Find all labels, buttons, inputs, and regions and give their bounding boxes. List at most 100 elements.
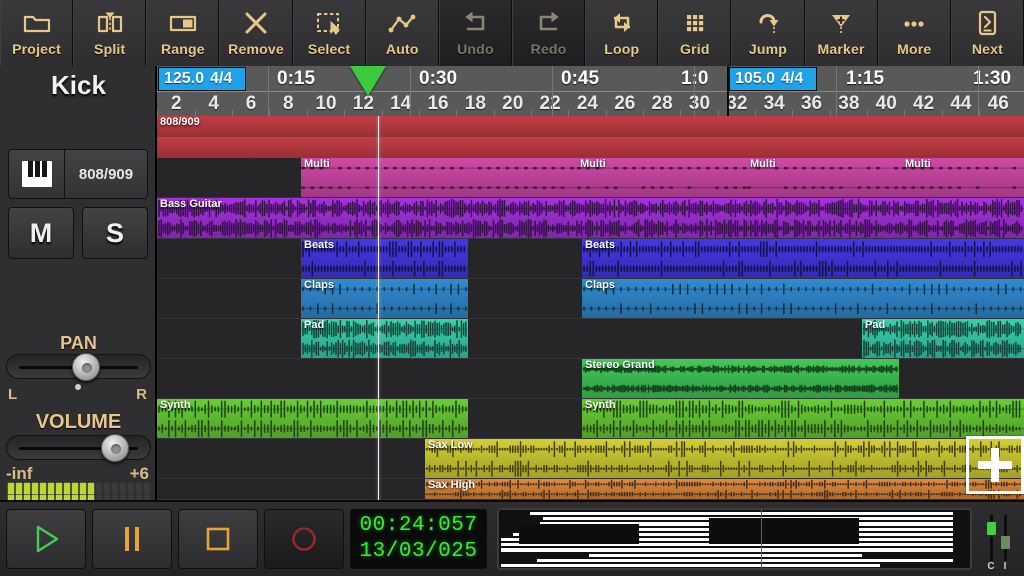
pan-knob[interactable] (71, 353, 100, 381)
toolbar-button-undo[interactable]: Undo (438, 0, 512, 66)
toolbar-button-more[interactable]: More (877, 0, 951, 66)
ruler-time-label: 0:30 (419, 68, 458, 89)
stop-button[interactable] (178, 509, 258, 569)
clip[interactable]: Sax High (425, 479, 1024, 499)
ruler-bar-row[interactable]: 2 4 6 8 10 12 14 16 18 20 22 24 26 28 30 32 34 36 38 40 42 44… (157, 92, 1024, 116)
pan-slider[interactable] (6, 353, 151, 381)
ruler-bar-number: 28 (651, 93, 673, 114)
toolbar-button-next[interactable]: Next (950, 0, 1024, 66)
toolbar-button-select[interactable]: Select (292, 0, 366, 66)
clip[interactable] (157, 137, 1024, 158)
clip-label: Multi (905, 158, 931, 170)
clip[interactable]: Sax Low (425, 439, 1024, 478)
instrument-preset-row[interactable]: 808/909 (8, 149, 148, 199)
loop-arrows-icon (607, 7, 637, 39)
play-position-marker[interactable] (350, 66, 386, 96)
ruler-time-row[interactable]: 0:150:300:451:01:151:30 (157, 66, 1024, 92)
ruler-bar-number: 14 (390, 93, 412, 114)
pan-center-dot (75, 384, 81, 390)
toolbar-button-project[interactable]: Project (0, 0, 74, 66)
fader-cap[interactable] (1000, 535, 1010, 549)
volume-max-label: +6 (129, 464, 149, 483)
plus-icon (978, 448, 1012, 482)
meter-segment (128, 483, 134, 494)
clip[interactable] (441, 158, 577, 197)
mini-fader-C[interactable]: C (986, 514, 996, 572)
toolbar-button-auto[interactable]: Auto (365, 0, 439, 66)
track-area[interactable]: 808/909 Multi Multi Multi Multi Bass Guitar Be… (157, 116, 1024, 500)
ruler-time-label: 1:15 (846, 68, 885, 89)
clip[interactable]: Pad (862, 319, 1024, 358)
clip-label: Pad (865, 319, 886, 331)
toolbar-button-range[interactable]: Range (146, 0, 220, 66)
clip[interactable]: Stereo Grand (582, 359, 899, 398)
volume-slider[interactable] (6, 434, 151, 462)
clip[interactable]: Multi (577, 158, 747, 197)
clip-label: Synth (585, 399, 616, 411)
clip[interactable]: Claps (582, 279, 1024, 318)
solo-button[interactable]: S (82, 207, 148, 259)
ruler-bar-number: 8 (283, 93, 294, 114)
ruler-bar-number: 2 (171, 93, 182, 114)
project-overview-minimap[interactable] (497, 508, 972, 570)
clip-waveform (582, 283, 1024, 315)
play-button[interactable] (6, 509, 86, 569)
volume-knob[interactable] (100, 434, 129, 462)
toolbar-button-remove[interactable]: Remove (219, 0, 293, 66)
folder-icon (22, 7, 52, 39)
clip[interactable]: Bass Guitar (157, 198, 1024, 238)
mini-fader-I[interactable]: I (1000, 514, 1010, 572)
mute-button[interactable]: M (8, 207, 74, 259)
pan-right-label: R (136, 386, 147, 403)
overview-bar (501, 548, 953, 552)
toolbar-button-split[interactable]: Split (73, 0, 147, 66)
transport-bar: 00:24:057 13/03/025 CI (0, 500, 1024, 576)
clip-label: Beats (585, 239, 615, 251)
undo-arrow-icon (460, 7, 490, 39)
tempo-marker[interactable]: 105.0 4/4 (729, 67, 817, 91)
ruler-divider (978, 66, 979, 116)
mini-faders: CI (978, 508, 1018, 572)
grid-dots-icon (680, 7, 710, 39)
clip[interactable]: 808/909 (157, 116, 1024, 137)
preset-name[interactable]: 808/909 (65, 150, 147, 198)
toolbar-button-marker[interactable]: Marker (804, 0, 878, 66)
toolbar-button-redo[interactable]: Redo (511, 0, 586, 66)
record-button[interactable] (264, 509, 344, 569)
ruler-bar-number: 46 (987, 93, 1009, 114)
clip[interactable]: Pad (301, 319, 468, 358)
clip[interactable]: Synth (582, 399, 1024, 438)
clip[interactable]: Beats (582, 239, 1024, 278)
overview-gap (519, 524, 639, 544)
clip[interactable]: Multi (747, 158, 914, 197)
ruler-bar-number: 42 (913, 93, 935, 114)
overview-bar (589, 553, 862, 557)
clip[interactable]: Multi (301, 158, 441, 197)
toolbar-button-label: Project (12, 41, 61, 57)
clip-label: Sax High (428, 479, 476, 491)
meter-row (8, 483, 150, 494)
timecode-display[interactable]: 00:24:057 13/03/025 (350, 509, 487, 569)
ruler-divider (552, 66, 553, 116)
playhead (378, 116, 379, 500)
meter-segment (8, 483, 14, 494)
clip[interactable]: Claps (301, 279, 468, 318)
pause-button[interactable] (92, 509, 172, 569)
toolbar-button-label: Next (971, 41, 1003, 57)
timeline-ruler[interactable]: 0:150:300:451:01:151:30 2468101214161820… (157, 66, 1024, 116)
clip[interactable]: Beats (301, 239, 468, 278)
clip-waveform (582, 241, 1024, 277)
meter-segment (136, 483, 142, 494)
toolbar-button-jump[interactable]: Jump (731, 0, 805, 66)
ruler-bar-number: 18 (464, 93, 486, 114)
toolbar-button-loop[interactable]: Loop (585, 0, 659, 66)
toolbar-button-grid[interactable]: Grid (658, 0, 732, 66)
tempo-bpm: 105.0 (735, 70, 776, 87)
fader-cap[interactable] (986, 521, 996, 535)
tempo-marker[interactable]: 125.0 4/4 (158, 67, 246, 91)
clip[interactable]: Synth (157, 399, 468, 438)
ruler-bar-number: 10 (315, 93, 337, 114)
clip[interactable]: Multi (902, 158, 1024, 197)
piano-keys-icon[interactable] (9, 150, 65, 198)
add-region-selection[interactable] (966, 436, 1024, 494)
